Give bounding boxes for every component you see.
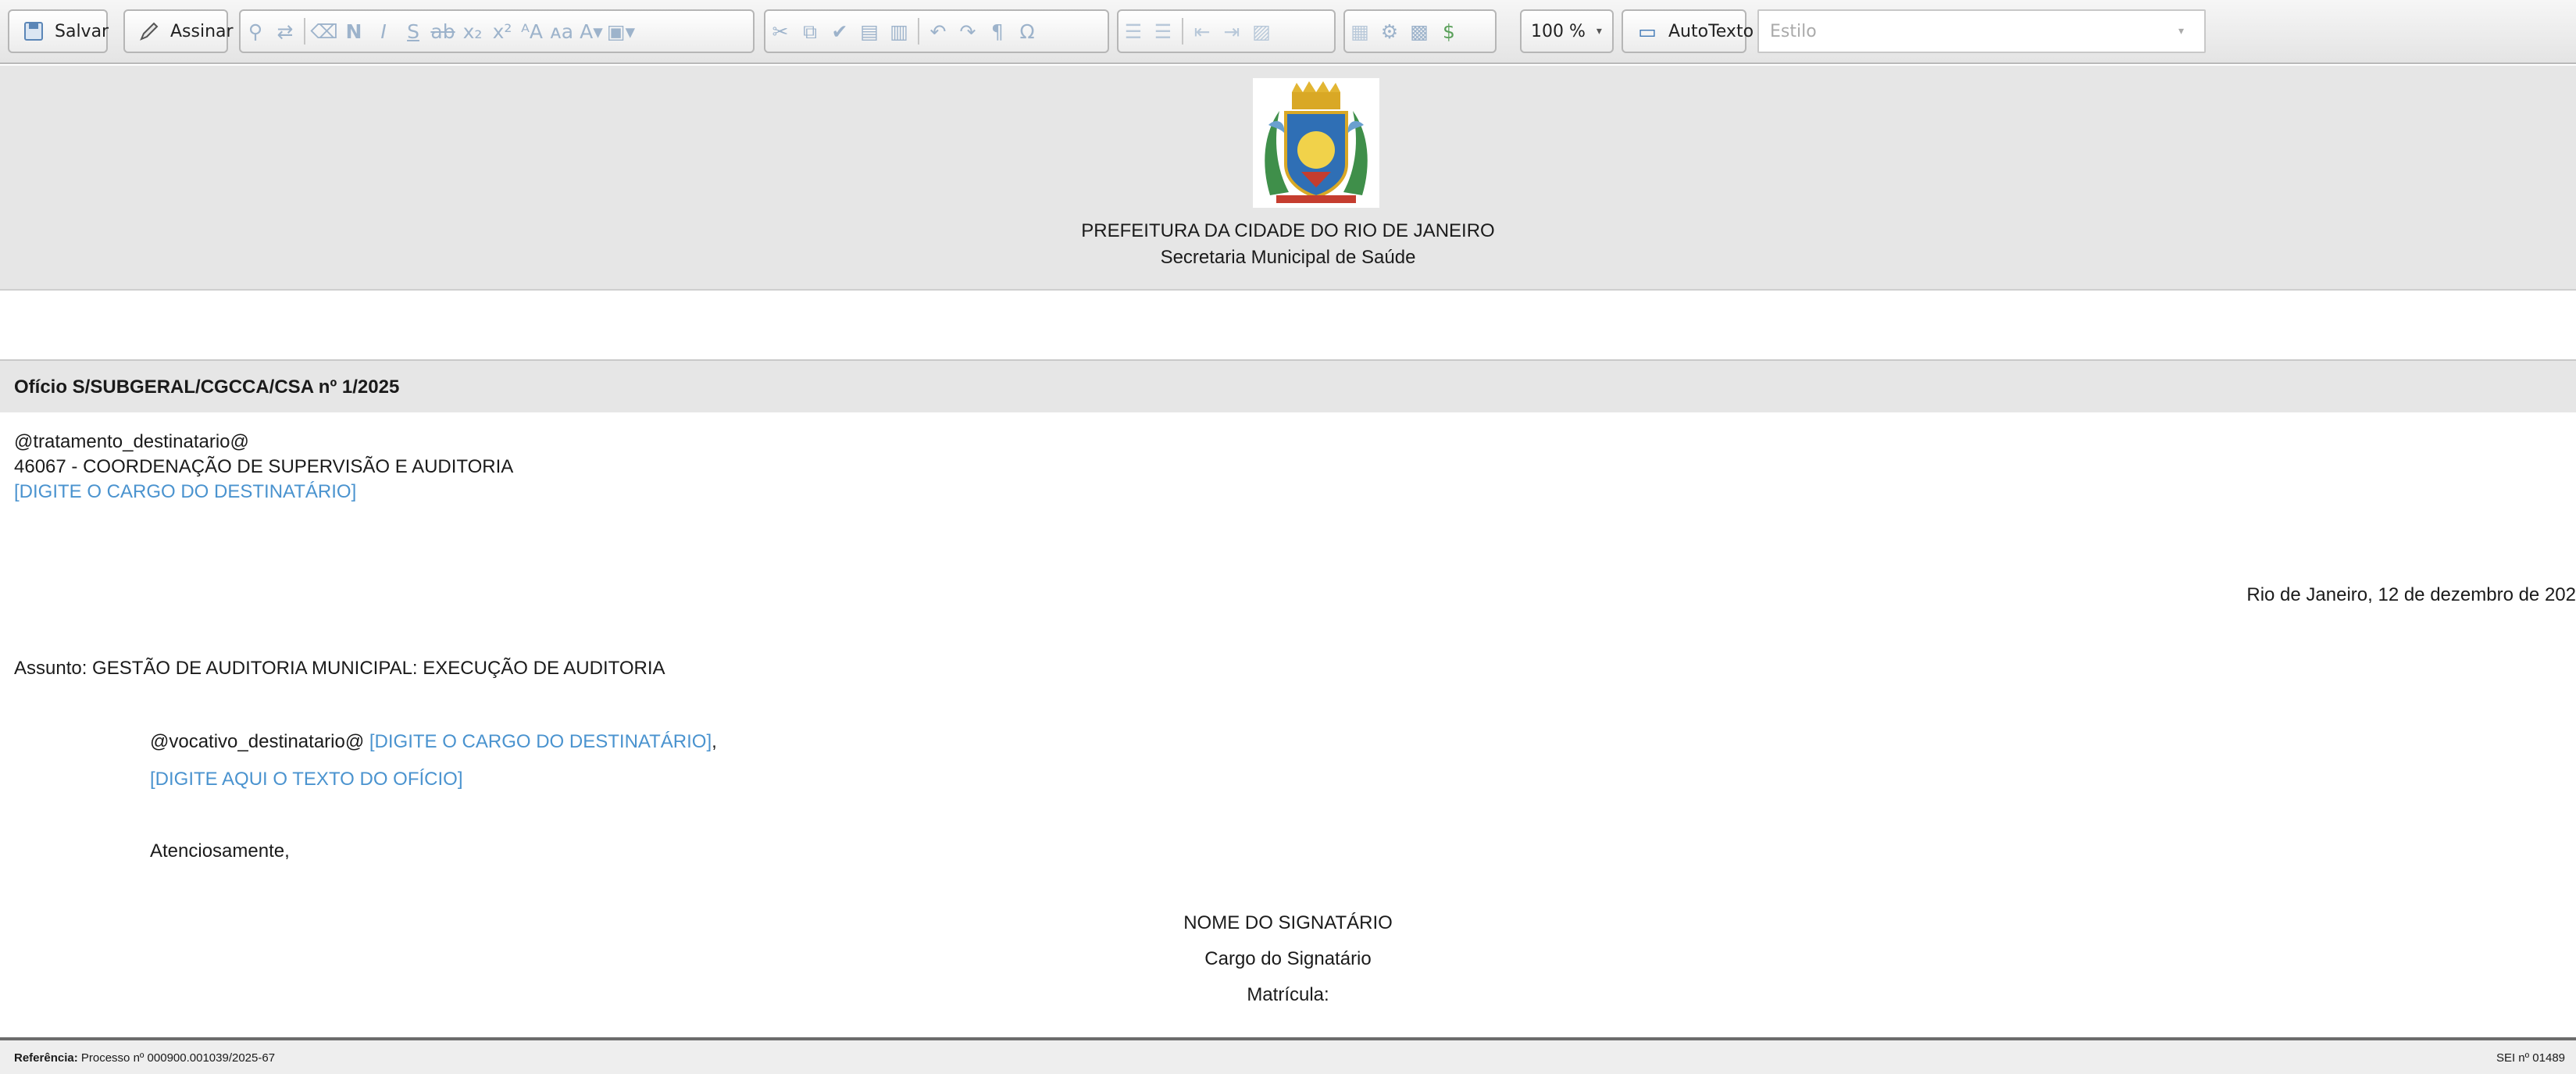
document-title-band: Ofício S/SUBGERAL/CGCCA/CSA nº 1/2025 — [0, 359, 2576, 412]
undo-icon[interactable]: ↶ — [923, 16, 953, 46]
text-color-icon[interactable]: A▾ — [576, 16, 606, 46]
place-date: Rio de Janeiro, 12 de dezembro de 202 — [2246, 584, 2576, 605]
reference-text: Referência: Processo nº 000900.001039/20… — [14, 1051, 275, 1065]
replace-icon[interactable]: ⇄ — [270, 16, 300, 46]
uppercase-icon[interactable]: ᴬA — [517, 16, 547, 46]
zoom-value: 100 % — [1531, 21, 1586, 41]
sign-button[interactable]: Assinar — [125, 11, 243, 52]
style-placeholder: Estilo — [1770, 22, 1817, 41]
reference-value: Processo nº 000900.001039/2025-67 — [77, 1051, 276, 1065]
currency-icon[interactable]: $ — [1434, 16, 1464, 46]
italic-icon[interactable]: I — [369, 16, 398, 46]
numbered-list-icon[interactable]: ☰ — [1119, 16, 1148, 46]
edit-group: ✂ ⧉ ✔ ▤ ▥ ↶ ↷ ¶ Ω — [764, 9, 1109, 53]
lowercase-icon[interactable]: ᴀa — [547, 16, 576, 46]
style-select[interactable]: Estilo ▾ — [1757, 9, 2206, 53]
sign-group: Assinar — [123, 9, 234, 53]
body-text-placeholder[interactable]: [DIGITE AQUI O TEXTO DO OFÍCIO] — [150, 769, 463, 790]
bold-icon[interactable]: N — [339, 16, 369, 46]
signer-role: Cargo do Signatário — [1204, 948, 1372, 969]
autotext-group: ▭ AutoTexto — [1622, 9, 1754, 53]
sei-number: SEI nº 01489 — [2496, 1051, 2565, 1065]
outdent-icon[interactable]: ⇤ — [1187, 16, 1217, 46]
chevron-down-icon: ▾ — [2178, 25, 2184, 37]
pilcrow-icon[interactable]: ¶ — [983, 16, 1012, 46]
eraser-icon[interactable]: ⌫ — [309, 16, 339, 46]
save-button[interactable]: Salvar — [9, 11, 118, 52]
recipient-treatment: @tratamento_destinatario@ — [14, 431, 249, 452]
city-coat-of-arms-logo — [1253, 78, 1379, 208]
grid-icon[interactable]: ▩ — [1404, 16, 1434, 46]
recipient-unit: 46067 - COORDENAÇÃO DE SUPERVISÃO E AUDI… — [14, 456, 514, 477]
chevron-down-icon: ▾ — [1596, 25, 1602, 37]
redo-icon[interactable]: ↷ — [953, 16, 983, 46]
format-painter-icon[interactable]: ✔ — [825, 16, 855, 46]
document-header: PREFEITURA DA CIDADE DO RIO DE JANEIRO S… — [0, 66, 2576, 291]
vocative-line: @vocativo_destinatario@ [DIGITE O CARGO … — [150, 731, 717, 753]
vocative-field: @vocativo_destinatario@ — [150, 731, 365, 752]
chat-icon: ▭ — [1638, 20, 1657, 43]
save-label: Salvar — [55, 21, 109, 41]
zoom-select[interactable]: 100 % ▾ — [1520, 9, 1614, 53]
editor-toolbar: Salvar Assinar ⚲ ⇄ ⌫ N I S ab x₂ x² ᴬA ᴀ… — [0, 0, 2576, 64]
paste-text-icon[interactable]: ▤ — [855, 16, 884, 46]
bg-color-icon[interactable]: ▣▾ — [606, 16, 636, 46]
indent-icon[interactable]: ⇥ — [1217, 16, 1247, 46]
paste-word-icon[interactable]: ▥ — [884, 16, 914, 46]
strike-icon[interactable]: ab — [428, 16, 458, 46]
bullet-list-icon[interactable]: ☰ — [1148, 16, 1178, 46]
signer-registration: Matrícula: — [1247, 984, 1329, 1005]
spellcheck-icon[interactable]: ⚙ — [1375, 16, 1404, 46]
document-footer: Referência: Processo nº 000900.001039/20… — [0, 1037, 2576, 1074]
omega-icon[interactable]: Ω — [1012, 16, 1042, 46]
autotext-label: AutoTexto — [1668, 21, 1754, 41]
table-icon[interactable]: ▦ — [1345, 16, 1375, 46]
separator — [918, 18, 919, 45]
subscript-icon[interactable]: x₂ — [458, 16, 487, 46]
recipient-role-placeholder[interactable]: [DIGITE O CARGO DO DESTINATÁRIO] — [14, 481, 356, 503]
copy-icon[interactable]: ⧉ — [795, 16, 825, 46]
vocative-comma: , — [712, 731, 717, 752]
save-icon — [19, 16, 48, 46]
autotext-button[interactable]: ▭ AutoTexto — [1623, 11, 1763, 52]
secretariat-name: Secretaria Municipal de Saúde — [1160, 247, 1416, 268]
signer-name: NOME DO SIGNATÁRIO — [1183, 912, 1393, 933]
reference-label: Referência: — [14, 1051, 78, 1065]
separator — [304, 18, 305, 45]
underline-icon[interactable]: S — [398, 16, 428, 46]
insert-group: ▦ ⚙ ▩ $ — [1343, 9, 1497, 53]
document-title: Ofício S/SUBGERAL/CGCCA/CSA nº 1/2025 — [14, 376, 400, 398]
superscript-icon[interactable]: x² — [487, 16, 517, 46]
closing-text: Atenciosamente, — [150, 840, 290, 862]
separator — [1182, 18, 1183, 45]
pen-icon — [134, 16, 164, 46]
subject-line: Assunto: GESTÃO DE AUDITORIA MUNICIPAL: … — [14, 658, 665, 679]
format-group: ⚲ ⇄ ⌫ N I S ab x₂ x² ᴬA ᴀa A▾ ▣▾ — [239, 9, 755, 53]
image-icon[interactable]: ▨ — [1247, 16, 1276, 46]
prefecture-name: PREFEITURA DA CIDADE DO RIO DE JANEIRO — [1081, 220, 1495, 241]
vocative-role-placeholder[interactable]: [DIGITE O CARGO DO DESTINATÁRIO] — [369, 731, 712, 752]
cut-icon[interactable]: ✂ — [765, 16, 795, 46]
save-group: Salvar — [8, 9, 109, 53]
find-icon[interactable]: ⚲ — [241, 16, 270, 46]
sign-label: Assinar — [170, 21, 234, 41]
list-group: ☰ ☰ ⇤ ⇥ ▨ — [1117, 9, 1336, 53]
